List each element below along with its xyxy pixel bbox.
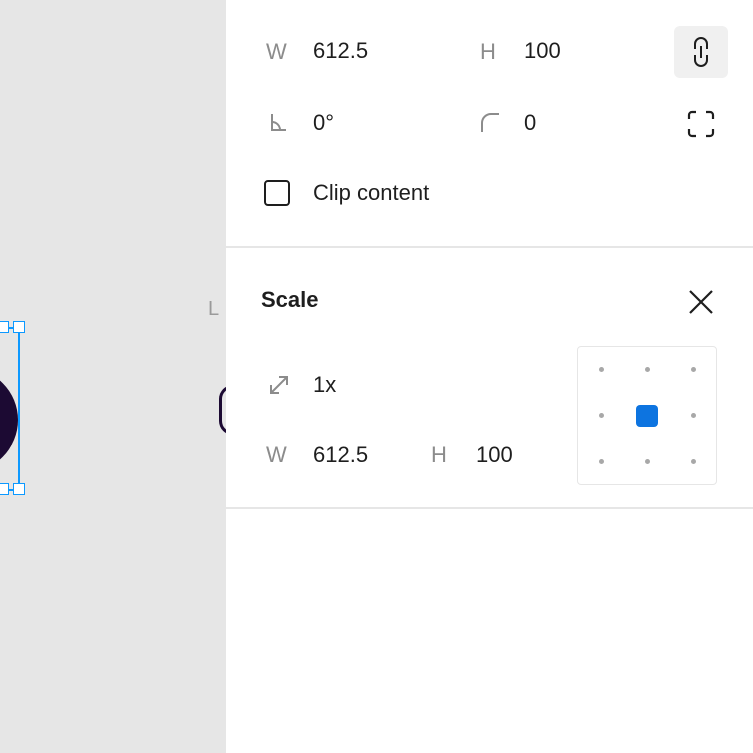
resize-handle-top-left[interactable] <box>0 321 9 333</box>
clip-content-checkbox[interactable] <box>264 180 290 206</box>
scale-width-input[interactable]: 612.5 <box>313 442 368 468</box>
scale-arrows-icon <box>266 372 292 398</box>
anchor-top-left[interactable] <box>599 367 604 372</box>
width-label: W <box>266 39 287 64</box>
height-label: H <box>480 39 496 64</box>
corner-radius-icon <box>478 110 502 134</box>
anchor-top-right[interactable] <box>691 367 696 372</box>
section-divider <box>226 507 753 509</box>
anchor-top-center[interactable] <box>645 367 650 372</box>
scale-anchor-picker[interactable] <box>577 346 717 485</box>
corner-radius-input[interactable]: 0 <box>524 110 536 136</box>
scale-height-input[interactable]: 100 <box>476 442 513 468</box>
height-input[interactable]: 100 <box>524 38 561 64</box>
rotation-input[interactable]: 0° <box>313 110 334 136</box>
scale-width-label: W <box>266 442 287 467</box>
design-canvas[interactable]: L <box>0 0 226 753</box>
close-scale-button[interactable] <box>686 287 716 317</box>
canvas-layer-label: L <box>208 298 220 320</box>
resize-handle-top-right[interactable] <box>13 321 25 333</box>
constrain-proportions-button[interactable] <box>674 26 728 78</box>
selection-edge-right <box>18 327 20 490</box>
corners-icon <box>687 110 715 138</box>
resize-handle-bottom-right[interactable] <box>13 483 25 495</box>
scale-height-label: H <box>431 442 447 467</box>
link-icon <box>694 37 708 67</box>
section-divider <box>226 246 753 248</box>
scale-section-title: Scale <box>261 287 319 312</box>
close-icon <box>689 290 713 314</box>
anchor-middle-right[interactable] <box>691 413 696 418</box>
anchor-bottom-right[interactable] <box>691 459 696 464</box>
anchor-middle-left[interactable] <box>599 413 604 418</box>
rotation-icon <box>266 110 290 134</box>
properties-panel: W 612.5 H 100 0° 0 Clip content Scale 1x… <box>226 0 753 753</box>
anchor-bottom-center[interactable] <box>645 459 650 464</box>
resize-handle-bottom-left[interactable] <box>0 483 9 495</box>
clip-content-label: Clip content <box>313 180 430 205</box>
anchor-center-selected[interactable] <box>636 405 658 427</box>
scale-factor-input[interactable]: 1x <box>313 372 336 398</box>
canvas-shape-preview[interactable] <box>219 385 226 435</box>
independent-corners-button[interactable] <box>686 109 716 139</box>
width-input[interactable]: 612.5 <box>313 38 368 64</box>
anchor-bottom-left[interactable] <box>599 459 604 464</box>
